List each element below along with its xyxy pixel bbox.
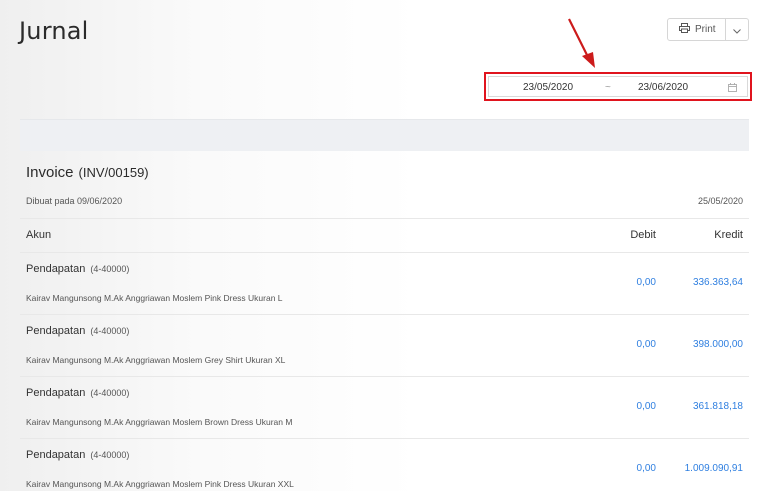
invoice-created-date: Dibuat pada 09/06/2020	[26, 196, 123, 206]
date-start-input[interactable]: 23/05/2020	[523, 82, 573, 93]
section-header-bar	[20, 119, 749, 151]
date-range-highlight: 23/05/2020 ~ 23/06/2020	[484, 72, 752, 101]
account-code: (4-40000)	[90, 264, 130, 274]
date-range-picker[interactable]: 23/05/2020 ~ 23/06/2020	[488, 76, 748, 97]
account-name: Pendapatan	[26, 449, 86, 461]
row-description: Kairav Mangunsong M.Ak Anggriawan Moslem…	[26, 479, 294, 489]
page-title: Jurnal	[19, 17, 89, 45]
account-cell: Pendapatan (4-40000)	[26, 449, 129, 461]
debit-value: 0,00	[636, 463, 656, 474]
row-description: Kairav Mangunsong M.Ak Anggriawan Moslem…	[26, 355, 286, 365]
invoice-number[interactable]: (INV/00159)	[79, 165, 149, 180]
kredit-value: 336.363,64	[692, 277, 743, 288]
kredit-value: 1.009.090,91	[684, 463, 743, 474]
account-code: (4-40000)	[90, 450, 130, 460]
print-label: Print	[695, 24, 716, 35]
account-cell: Pendapatan (4-40000)	[26, 325, 129, 337]
invoice-label: Invoice	[26, 164, 74, 181]
kredit-value: 361.818,18	[692, 401, 743, 412]
debit-value: 0,00	[636, 339, 656, 350]
print-button[interactable]: Print	[668, 19, 726, 40]
calendar-icon[interactable]	[728, 83, 737, 95]
account-cell: Pendapatan (4-40000)	[26, 263, 129, 275]
account-cell: Pendapatan (4-40000)	[26, 387, 129, 399]
table-row: Pendapatan (4-40000) Kairav Mangunsong M.…	[20, 438, 749, 491]
account-code: (4-40000)	[90, 388, 130, 398]
divider	[20, 218, 749, 219]
date-separator: ~	[605, 82, 611, 93]
account-name: Pendapatan	[26, 325, 86, 337]
row-description: Kairav Mangunsong M.Ak Anggriawan Moslem…	[26, 293, 283, 303]
date-end-input[interactable]: 23/06/2020	[638, 82, 688, 93]
column-header-kredit: Kredit	[714, 229, 743, 241]
account-name: Pendapatan	[26, 263, 86, 275]
chevron-down-icon	[733, 21, 741, 39]
table-row: Pendapatan (4-40000) Kairav Mangunsong M.…	[20, 252, 749, 314]
row-description: Kairav Mangunsong M.Ak Anggriawan Moslem…	[26, 417, 293, 427]
invoice-title: Invoice (INV/00159)	[26, 164, 149, 181]
debit-value: 0,00	[636, 401, 656, 412]
print-button-group: Print	[667, 18, 749, 41]
account-code: (4-40000)	[90, 326, 130, 336]
column-header-debit: Debit	[630, 229, 656, 241]
account-name: Pendapatan	[26, 387, 86, 399]
debit-value: 0,00	[636, 277, 656, 288]
invoice-date: 25/05/2020	[697, 196, 743, 206]
annotation-arrow	[568, 18, 595, 68]
print-dropdown-toggle[interactable]	[726, 19, 748, 40]
kredit-value: 398.000,00	[692, 339, 743, 350]
column-header-akun: Akun	[26, 229, 52, 241]
printer-icon	[679, 23, 690, 36]
table-row: Pendapatan (4-40000) Kairav Mangunsong M.…	[20, 376, 749, 438]
table-row: Pendapatan (4-40000) Kairav Mangunsong M.…	[20, 314, 749, 376]
